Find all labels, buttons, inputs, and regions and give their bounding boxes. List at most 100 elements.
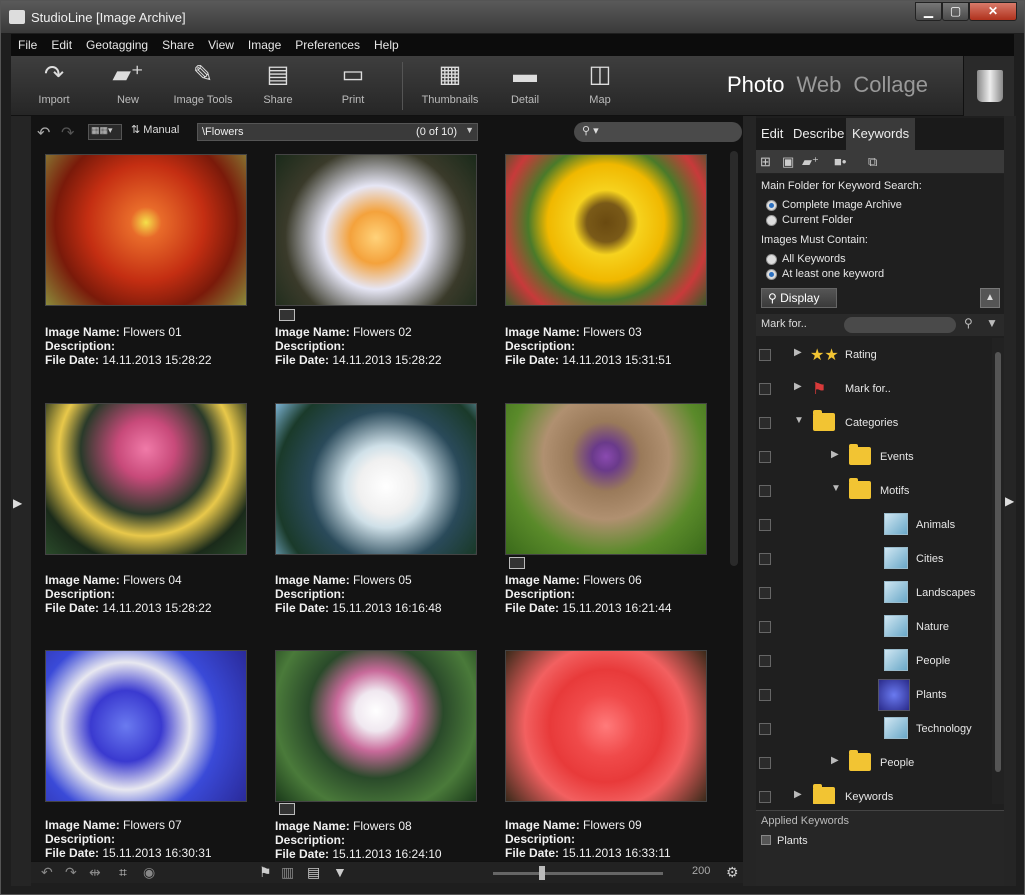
checkbox[interactable] bbox=[759, 655, 771, 667]
new-button[interactable]: ▰⁺ New bbox=[93, 60, 163, 106]
checkbox[interactable] bbox=[759, 621, 771, 633]
back-icon[interactable]: ↶ bbox=[37, 123, 50, 143]
image-thumbnail[interactable] bbox=[45, 154, 247, 306]
sort-button[interactable]: ⇅ Manual bbox=[131, 123, 179, 136]
mode-photo[interactable]: Photo bbox=[727, 72, 785, 97]
checkbox[interactable] bbox=[759, 723, 771, 735]
chevron-right-icon[interactable]: ▶ bbox=[794, 347, 802, 358]
mode-collage[interactable]: Collage bbox=[853, 72, 928, 97]
chevron-right-icon[interactable]: ▶ bbox=[794, 381, 802, 392]
tree-item[interactable]: ▶ People bbox=[756, 746, 992, 780]
map-button[interactable]: ◫ Map bbox=[565, 60, 635, 106]
edit-description-icon[interactable]: ▤ bbox=[307, 864, 320, 881]
print-button[interactable]: ▭ Print bbox=[318, 60, 388, 106]
image-thumbnail[interactable] bbox=[45, 650, 247, 802]
flag-icon[interactable]: ⚑ bbox=[259, 864, 272, 881]
checkbox[interactable] bbox=[759, 689, 771, 701]
delete-icon[interactable]: ▥ bbox=[281, 864, 294, 881]
radio-all-keywords[interactable] bbox=[766, 254, 777, 265]
new-category-icon[interactable]: ▰⁺ bbox=[802, 154, 819, 170]
close-button[interactable]: ✕ bbox=[969, 2, 1017, 21]
checkbox[interactable] bbox=[759, 587, 771, 599]
keyword-scrollbar[interactable] bbox=[992, 338, 1004, 804]
tree-item[interactable]: ▶ Events bbox=[756, 440, 992, 474]
radio-at-least-one[interactable] bbox=[766, 269, 777, 280]
edit-keyword-icon[interactable]: ▣ bbox=[782, 154, 794, 170]
image-thumbnail[interactable] bbox=[45, 403, 247, 555]
checkbox[interactable] bbox=[759, 383, 771, 395]
left-collapse-strip[interactable]: ▶ bbox=[11, 116, 31, 886]
checkbox[interactable] bbox=[759, 417, 771, 429]
mode-web[interactable]: Web bbox=[797, 72, 842, 97]
tree-item[interactable]: ▶ Keywords bbox=[756, 780, 992, 804]
checkbox[interactable] bbox=[759, 485, 771, 497]
forward-icon[interactable]: ↷ bbox=[61, 123, 74, 143]
menu-share[interactable]: Share bbox=[155, 38, 201, 52]
menu-edit[interactable]: Edit bbox=[44, 38, 79, 52]
tab-edit[interactable]: Edit bbox=[761, 126, 783, 141]
tree-item[interactable]: Nature bbox=[756, 610, 992, 644]
settings-gear-icon[interactable]: ⚙ bbox=[726, 864, 739, 881]
menu-file[interactable]: File bbox=[11, 38, 44, 52]
chevron-right-icon[interactable]: ▶ bbox=[831, 755, 839, 766]
filter-icon[interactable]: ▼ bbox=[986, 316, 998, 330]
checkbox[interactable] bbox=[759, 553, 771, 565]
menu-preferences[interactable]: Preferences bbox=[288, 38, 367, 52]
add-keyword-icon[interactable]: ⊞ bbox=[760, 154, 771, 170]
applied-keyword-item[interactable]: Plants bbox=[761, 835, 808, 847]
collapse-up-button[interactable]: ▲ bbox=[980, 288, 1000, 308]
assign-keyword-icon[interactable]: ■• bbox=[834, 154, 846, 169]
checkbox[interactable] bbox=[759, 349, 771, 361]
checkbox[interactable] bbox=[759, 519, 771, 531]
preview-icon[interactable]: ◉ bbox=[143, 864, 155, 881]
rotate-right-icon[interactable]: ↷ bbox=[65, 864, 77, 881]
checkbox[interactable] bbox=[759, 757, 771, 769]
merge-keyword-icon[interactable]: ⧉ bbox=[868, 154, 877, 170]
tree-item[interactable]: ▶ ★★ Rating bbox=[756, 338, 992, 372]
chevron-down-icon[interactable]: ▼ bbox=[831, 483, 841, 494]
display-button[interactable]: ⚲ Display bbox=[761, 288, 837, 308]
image-tools-button[interactable]: ✎ Image Tools bbox=[168, 60, 238, 106]
image-thumbnail[interactable] bbox=[275, 650, 477, 802]
menu-view[interactable]: View bbox=[201, 38, 241, 52]
radio-complete-archive[interactable] bbox=[766, 200, 777, 211]
image-thumbnail[interactable] bbox=[505, 154, 707, 306]
image-thumbnail[interactable] bbox=[275, 154, 477, 306]
menu-help[interactable]: Help bbox=[367, 38, 406, 52]
maximize-button[interactable]: ▢ bbox=[942, 2, 969, 21]
panel-splitter[interactable] bbox=[730, 116, 756, 886]
search-icon[interactable]: ⚲ bbox=[964, 316, 973, 330]
chevron-right-icon[interactable]: ▶ bbox=[831, 449, 839, 460]
radio-current-folder[interactable] bbox=[766, 215, 777, 226]
zoom-slider-handle[interactable] bbox=[539, 866, 545, 880]
tree-item[interactable]: ▼ Motifs bbox=[756, 474, 992, 508]
browser-scrollbar[interactable] bbox=[730, 151, 738, 566]
import-button[interactable]: ↷ Import bbox=[19, 60, 89, 106]
tree-item[interactable]: Cities bbox=[756, 542, 992, 576]
tree-item[interactable]: ▼ Categories bbox=[756, 406, 992, 440]
view-mode-select[interactable]: ▦▦▾ bbox=[88, 124, 122, 140]
tree-item[interactable]: Plants bbox=[756, 678, 992, 712]
crop-icon[interactable]: ⌗ bbox=[119, 864, 127, 881]
image-thumbnail[interactable] bbox=[505, 403, 707, 555]
trash-button[interactable] bbox=[963, 56, 1014, 116]
checkbox[interactable] bbox=[759, 791, 771, 803]
menu-image[interactable]: Image bbox=[241, 38, 288, 52]
tree-item[interactable]: People bbox=[756, 644, 992, 678]
tree-item[interactable]: Animals bbox=[756, 508, 992, 542]
detail-button[interactable]: ▬ Detail bbox=[490, 60, 560, 106]
image-thumbnail[interactable] bbox=[275, 403, 477, 555]
tree-item[interactable]: Technology bbox=[756, 712, 992, 746]
tree-item[interactable]: ▶ ⚑ Mark for.. bbox=[756, 372, 992, 406]
filter-icon[interactable]: ▼ bbox=[333, 864, 347, 880]
rotate-left-icon[interactable]: ↶ bbox=[41, 864, 53, 881]
scrollbar-thumb[interactable] bbox=[995, 352, 1001, 772]
share-button[interactable]: ▤ Share bbox=[243, 60, 313, 106]
tree-item[interactable]: Landscapes bbox=[756, 576, 992, 610]
tab-keywords[interactable]: Keywords bbox=[846, 118, 916, 150]
minimize-button[interactable]: ▁ bbox=[915, 2, 942, 21]
zoom-slider[interactable] bbox=[493, 866, 663, 880]
image-thumbnail[interactable] bbox=[505, 650, 707, 802]
checkbox[interactable] bbox=[759, 451, 771, 463]
chevron-down-icon[interactable]: ▼ bbox=[794, 415, 804, 426]
